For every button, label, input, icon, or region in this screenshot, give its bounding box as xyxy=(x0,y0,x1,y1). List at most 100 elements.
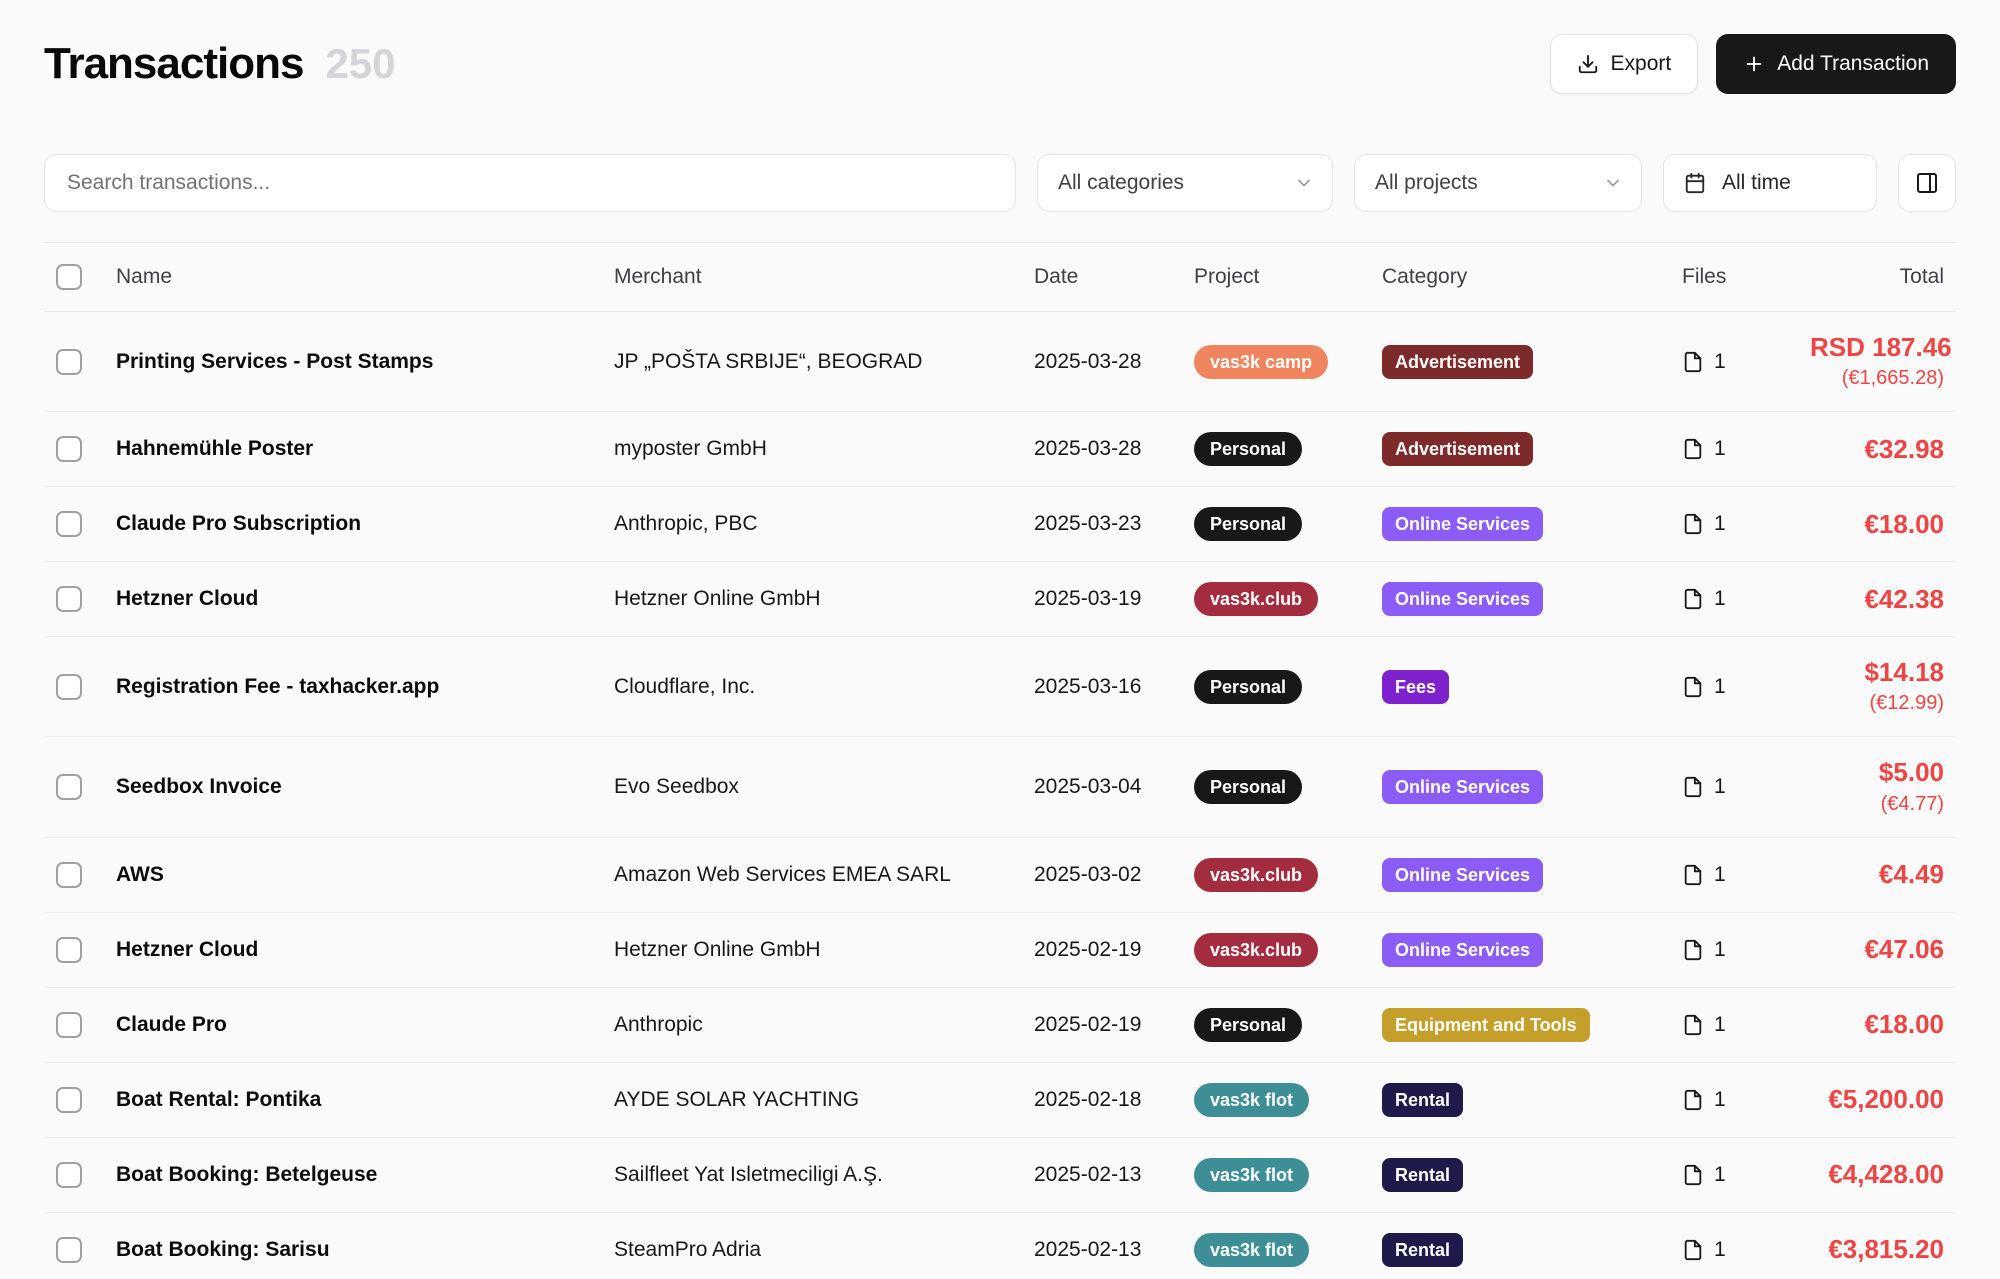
transaction-merchant: Cloudflare, Inc. xyxy=(602,637,1022,737)
search-input[interactable] xyxy=(44,154,1016,212)
add-transaction-label: Add Transaction xyxy=(1777,52,1929,76)
project-filter[interactable]: All projects xyxy=(1354,154,1642,212)
row-checkbox[interactable] xyxy=(56,349,82,375)
row-checkbox[interactable] xyxy=(56,1087,82,1113)
category-badge[interactable]: Advertisement xyxy=(1382,345,1533,379)
project-badge[interactable]: vas3k flot xyxy=(1194,1158,1309,1192)
category-badge[interactable]: Online Services xyxy=(1382,933,1543,967)
column-header-project: Project xyxy=(1182,243,1370,312)
select-all-checkbox[interactable] xyxy=(56,264,82,290)
row-checkbox[interactable] xyxy=(56,862,82,888)
category-badge[interactable]: Fees xyxy=(1382,670,1449,704)
transaction-name[interactable]: AWS xyxy=(104,837,602,912)
table-row[interactable]: Seedbox Invoice Evo Seedbox 2025-03-04 P… xyxy=(44,737,1956,837)
transaction-name[interactable]: Hahnemühle Poster xyxy=(104,412,602,487)
category-filter[interactable]: All categories xyxy=(1037,154,1333,212)
total-amount: €4.49 xyxy=(1810,859,1944,890)
project-badge[interactable]: vas3k.club xyxy=(1194,582,1318,616)
transaction-name[interactable]: Boat Booking: Betelgeuse xyxy=(104,1137,602,1212)
project-badge[interactable]: vas3k flot xyxy=(1194,1233,1309,1267)
date-range-filter[interactable]: All time xyxy=(1663,154,1877,212)
row-checkbox[interactable] xyxy=(56,937,82,963)
table-row[interactable]: Boat Booking: Betelgeuse Sailfleet Yat I… xyxy=(44,1137,1956,1212)
row-checkbox[interactable] xyxy=(56,1162,82,1188)
project-badge[interactable]: vas3k.club xyxy=(1194,933,1318,967)
column-header-date: Date xyxy=(1022,243,1182,312)
file-icon xyxy=(1682,939,1704,961)
project-badge[interactable]: Personal xyxy=(1194,1008,1302,1042)
transactions-table: Name Merchant Date Project Category File… xyxy=(44,242,1956,1279)
column-header-merchant: Merchant xyxy=(602,243,1022,312)
total-secondary: (€12.99) xyxy=(1810,690,1944,716)
transaction-name[interactable]: Hetzner Cloud xyxy=(104,562,602,637)
download-icon xyxy=(1577,53,1599,75)
transaction-date: 2025-03-28 xyxy=(1022,312,1182,412)
file-icon xyxy=(1682,513,1704,535)
category-badge[interactable]: Advertisement xyxy=(1382,432,1533,466)
transaction-name[interactable]: Registration Fee - taxhacker.app xyxy=(104,637,602,737)
transaction-name[interactable]: Claude Pro Subscription xyxy=(104,487,602,562)
transaction-name[interactable]: Printing Services - Post Stamps xyxy=(104,312,602,412)
file-count: 1 xyxy=(1714,1088,1726,1112)
table-row[interactable]: AWS Amazon Web Services EMEA SARL 2025-0… xyxy=(44,837,1956,912)
row-checkbox[interactable] xyxy=(56,1237,82,1263)
category-badge[interactable]: Rental xyxy=(1382,1083,1463,1117)
file-icon xyxy=(1682,1089,1704,1111)
table-row[interactable]: Hetzner Cloud Hetzner Online GmbH 2025-0… xyxy=(44,562,1956,637)
export-button[interactable]: Export xyxy=(1550,34,1699,94)
row-checkbox[interactable] xyxy=(56,1012,82,1038)
project-badge[interactable]: Personal xyxy=(1194,432,1302,466)
table-row[interactable]: Claude Pro Anthropic 2025-02-19 Personal… xyxy=(44,987,1956,1062)
table-row[interactable]: Hetzner Cloud Hetzner Online GmbH 2025-0… xyxy=(44,912,1956,987)
transaction-merchant: AYDE SOLAR YACHTING xyxy=(602,1062,1022,1137)
chevron-down-icon xyxy=(1603,173,1623,193)
category-badge[interactable]: Equipment and Tools xyxy=(1382,1008,1590,1042)
title-group: Transactions 250 xyxy=(44,39,396,89)
total-amount: €32.98 xyxy=(1810,434,1944,465)
total-amount: €18.00 xyxy=(1810,1009,1944,1040)
category-badge[interactable]: Online Services xyxy=(1382,770,1543,804)
row-checkbox[interactable] xyxy=(56,511,82,537)
transaction-name[interactable]: Boat Rental: Pontika xyxy=(104,1062,602,1137)
category-badge[interactable]: Online Services xyxy=(1382,507,1543,541)
project-badge[interactable]: Personal xyxy=(1194,770,1302,804)
category-badge[interactable]: Rental xyxy=(1382,1233,1463,1267)
table-row[interactable]: Registration Fee - taxhacker.app Cloudfl… xyxy=(44,637,1956,737)
category-badge[interactable]: Online Services xyxy=(1382,858,1543,892)
table-row[interactable]: Claude Pro Subscription Anthropic, PBC 2… xyxy=(44,487,1956,562)
transaction-name[interactable]: Hetzner Cloud xyxy=(104,912,602,987)
total-amount: $5.00 xyxy=(1810,757,1944,788)
column-header-name: Name xyxy=(104,243,602,312)
add-transaction-button[interactable]: Add Transaction xyxy=(1716,34,1956,94)
total-secondary: (€1,665.28) xyxy=(1810,365,1944,391)
transaction-name[interactable]: Seedbox Invoice xyxy=(104,737,602,837)
transaction-date: 2025-02-19 xyxy=(1022,987,1182,1062)
transaction-merchant: myposter GmbH xyxy=(602,412,1022,487)
project-badge[interactable]: vas3k.club xyxy=(1194,858,1318,892)
transaction-date: 2025-02-18 xyxy=(1022,1062,1182,1137)
transaction-name[interactable]: Boat Booking: Sarisu xyxy=(104,1212,602,1279)
total-amount: €3,815.20 xyxy=(1810,1234,1944,1265)
category-badge[interactable]: Rental xyxy=(1382,1158,1463,1192)
column-header-files: Files xyxy=(1670,243,1798,312)
transaction-date: 2025-03-23 xyxy=(1022,487,1182,562)
columns-toggle-button[interactable] xyxy=(1898,154,1956,212)
table-row[interactable]: Boat Rental: Pontika AYDE SOLAR YACHTING… xyxy=(44,1062,1956,1137)
transaction-date: 2025-03-04 xyxy=(1022,737,1182,837)
file-icon xyxy=(1682,676,1704,698)
file-icon xyxy=(1682,1239,1704,1261)
table-row[interactable]: Printing Services - Post Stamps JP „POŠT… xyxy=(44,312,1956,412)
row-checkbox[interactable] xyxy=(56,586,82,612)
row-checkbox[interactable] xyxy=(56,436,82,462)
transaction-name[interactable]: Claude Pro xyxy=(104,987,602,1062)
row-checkbox[interactable] xyxy=(56,674,82,700)
project-badge[interactable]: vas3k flot xyxy=(1194,1083,1309,1117)
row-checkbox[interactable] xyxy=(56,774,82,800)
category-badge[interactable]: Online Services xyxy=(1382,582,1543,616)
table-row[interactable]: Hahnemühle Poster myposter GmbH 2025-03-… xyxy=(44,412,1956,487)
project-badge[interactable]: Personal xyxy=(1194,670,1302,704)
transaction-date: 2025-02-13 xyxy=(1022,1137,1182,1212)
table-row[interactable]: Boat Booking: Sarisu SteamPro Adria 2025… xyxy=(44,1212,1956,1279)
project-badge[interactable]: vas3k camp xyxy=(1194,345,1328,379)
project-badge[interactable]: Personal xyxy=(1194,507,1302,541)
